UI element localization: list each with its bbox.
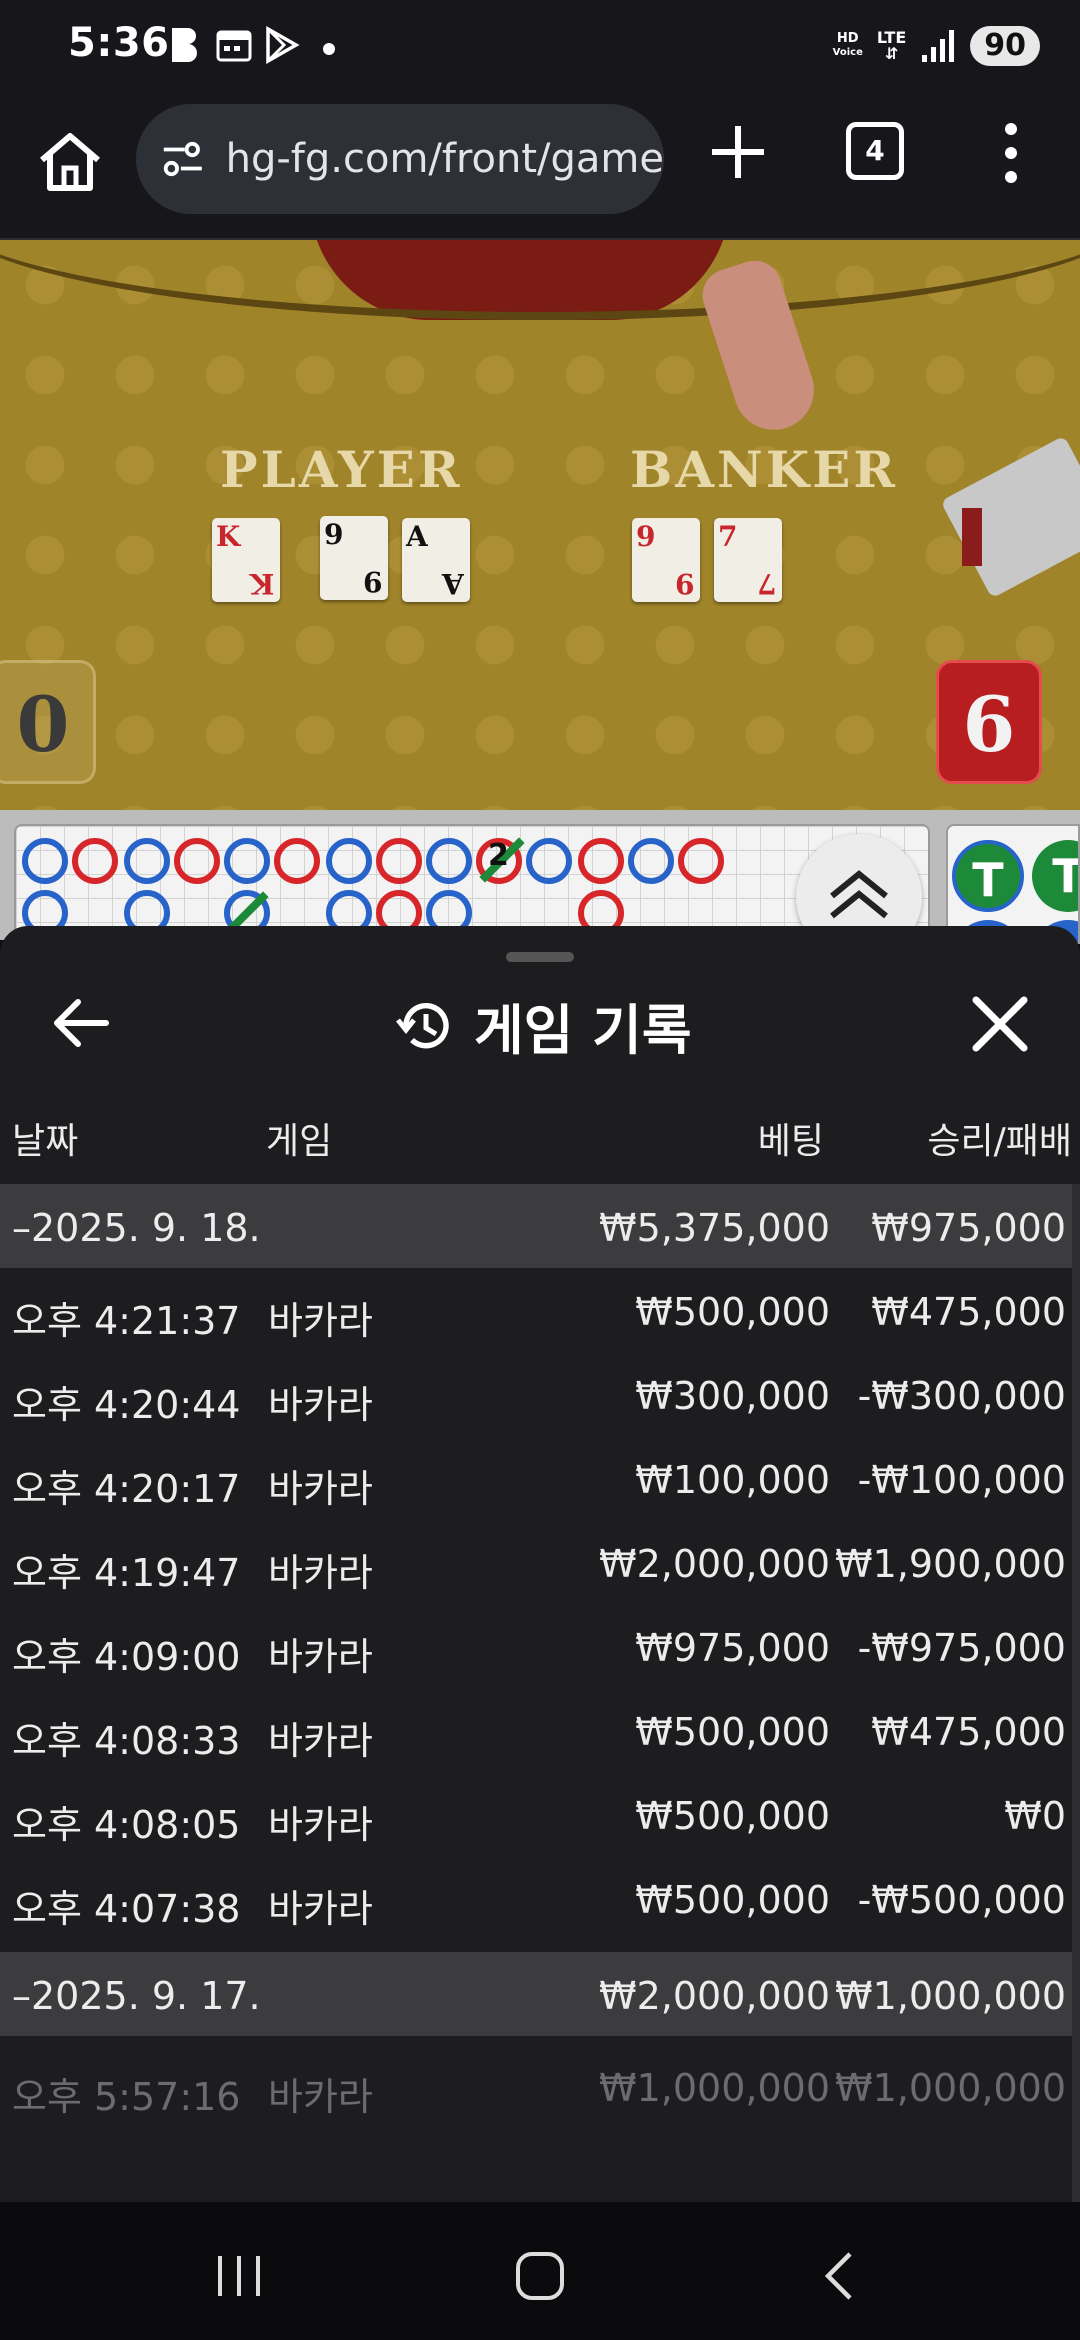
banker-bead [72,838,118,884]
player-card: 99 [320,516,388,600]
history-icon [396,1002,449,1048]
recent-apps-icon[interactable] [214,2248,264,2304]
column-header-result: 승리/패배 [927,1121,1072,1162]
table-row[interactable]: 오후 4:19:47 바카라 ₩2,000,000 ₩1,900,000 [0,1520,1072,1604]
road-map: 2 T T [0,810,1080,960]
home-icon[interactable] [30,122,110,202]
player-bead [22,838,68,884]
banker-bead [174,838,220,884]
lte-icon: LTE ⇵ [876,28,907,63]
table-row[interactable]: 오후 4:08:05 바카라 ₩500,000 ₩0 [0,1772,1072,1856]
player-bead [124,838,170,884]
player-bead [526,838,572,884]
baccarat-table: PLAYER BANKER KK 99 AA 99 77 0 6 [0,240,1080,810]
calendar-icon [216,30,252,62]
hd-voice-icon: HD Voice [832,31,863,59]
player-bead [224,838,270,884]
table-row[interactable]: 오후 4:09:00 바카라 ₩975,000 -₩975,000 [0,1604,1072,1688]
player-label: PLAYER [220,440,463,499]
sheet-drag-handle[interactable] [506,952,574,962]
back-arrow-icon[interactable] [46,988,116,1058]
banker-bead [376,838,422,884]
table-row[interactable]: 오후 4:08:33 바카라 ₩500,000 ₩475,000 [0,1688,1072,1772]
back-nav-icon[interactable] [818,2248,858,2304]
date-group-row[interactable]: –2025. 9. 18. ₩5,375,000 ₩975,000 [0,1184,1072,1268]
column-header-game: 게임 [266,1121,333,1162]
column-header-date: 날짜 [12,1121,79,1162]
status-time: 5:36 [68,20,170,66]
scrollbar[interactable] [1072,1184,1080,2202]
b-app-icon [172,28,197,62]
play-store-icon [266,26,300,64]
browser-toolbar: hg-fg.com/front/game 4 [0,92,1080,240]
table-row[interactable]: 오후 4:20:44 바카라 ₩300,000 -₩300,000 [0,1352,1072,1436]
tie-bead: T [952,840,1024,912]
url-text[interactable]: hg-fg.com/front/game [226,136,664,182]
tie-count: 2 [488,838,509,873]
notification-dot-icon [323,43,335,55]
new-tab-icon[interactable] [700,114,776,190]
table-row[interactable]: 오후 4:07:38 바카라 ₩500,000 -₩500,000 [0,1856,1072,1940]
banker-score: 6 [936,660,1042,784]
table-row[interactable]: 오후 5:57:16 바카라 ₩1,000,000 ₩1,000,000 [0,2044,1072,2128]
player-bead [426,838,472,884]
banker-bead [274,838,320,884]
table-row[interactable]: 오후 4:20:17 바카라 ₩100,000 -₩100,000 [0,1436,1072,1520]
column-header-bet: 베팅 [757,1121,824,1162]
signal-icon [922,30,955,62]
banker-card: 99 [632,518,700,602]
more-options-icon[interactable] [996,120,1026,186]
player-score: 0 [0,660,96,784]
game-history-sheet: 게임 기록 날짜 게임 베팅 승리/패배 –2025. 9. 18. ₩5,37… [0,926,1080,2202]
player-card: KK [212,518,280,602]
close-icon[interactable] [964,988,1036,1060]
status-bar: 5:36 HD Voice LTE ⇵ 90 [0,0,1080,92]
player-bead [326,838,372,884]
site-settings-icon[interactable] [160,139,206,179]
sheet-title: 게임 기록 [394,986,692,1065]
tie-bead: T [1032,840,1078,912]
battery-icon: 90 [970,26,1040,66]
home-nav-icon[interactable] [514,2248,566,2304]
banker-card: 77 [714,518,782,602]
banker-bead [578,838,624,884]
player-card: AA [402,518,470,602]
date-group-row[interactable]: –2025. 9. 17. ₩2,000,000 ₩1,000,000 [0,1952,1072,2036]
banker-bead [678,838,724,884]
address-bar[interactable]: hg-fg.com/front/game [136,104,664,214]
banker-label: BANKER [630,440,898,499]
player-bead [628,838,674,884]
table-row[interactable]: 오후 4:21:37 바카라 ₩500,000 ₩475,000 [0,1268,1072,1352]
system-nav-bar [0,2202,1080,2340]
tab-switcher-button[interactable]: 4 [846,122,904,180]
